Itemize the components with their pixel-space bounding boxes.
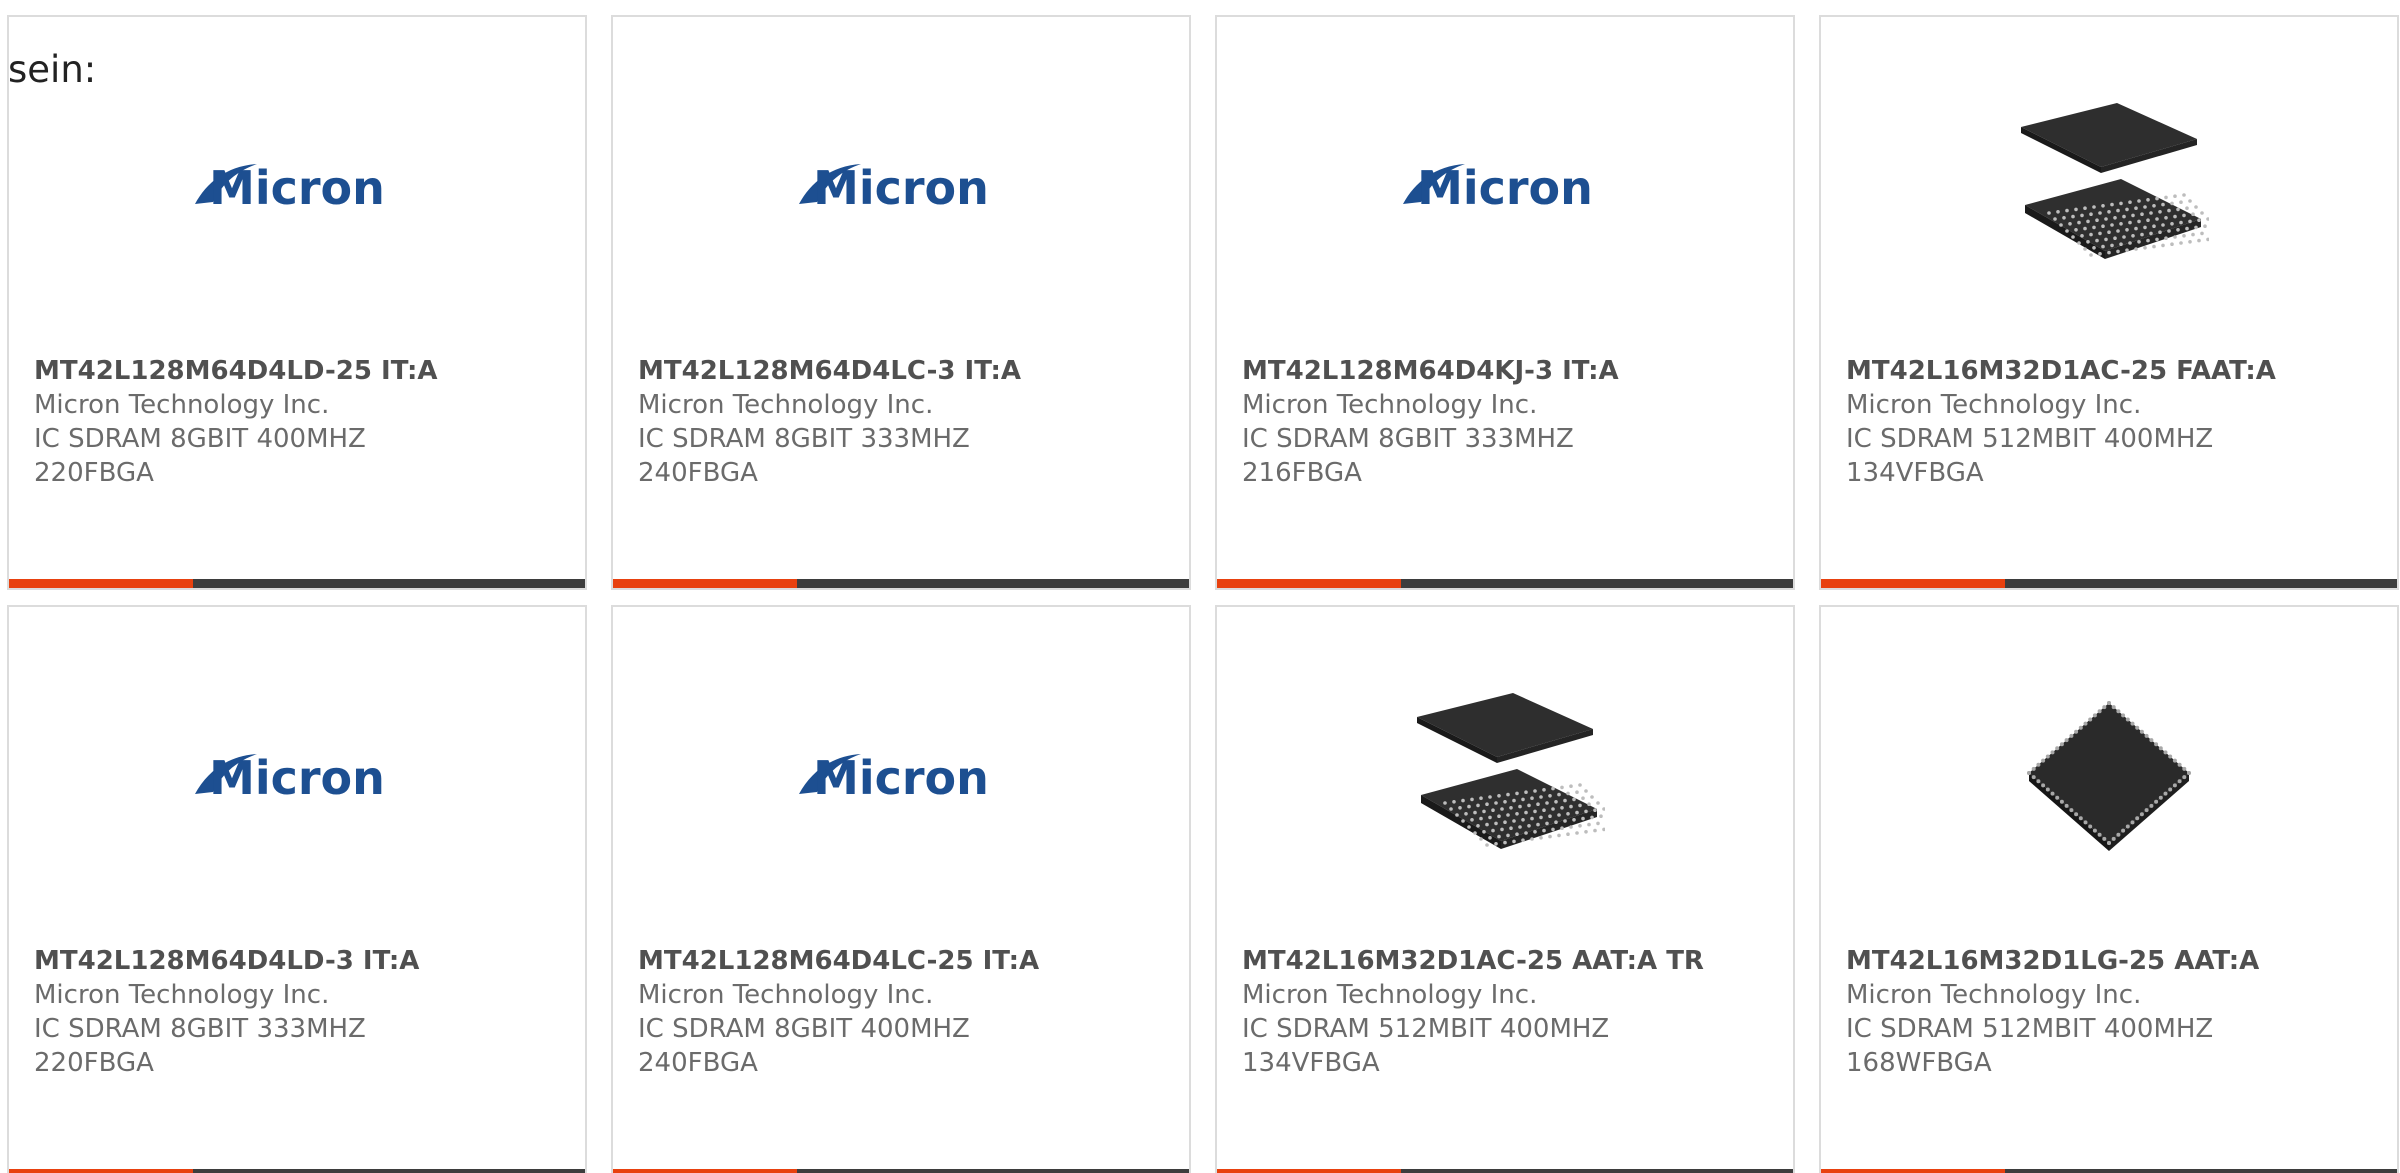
manufacturer-name: Micron Technology Inc. <box>1242 390 1538 420</box>
manufacturer-name: Micron Technology Inc. <box>638 390 934 420</box>
manufacturer-name: Micron Technology Inc. <box>1846 390 2142 420</box>
product-info: MT42L128M64D4LC-3 IT:A Micron Technology … <box>638 354 1173 490</box>
card-accent-fill <box>9 579 194 588</box>
product-card[interactable]: Micron MT42L128M64D4LD-3 IT:A Micron Techn… <box>7 605 587 1173</box>
product-image[interactable]: Micron <box>9 77 585 297</box>
micron-logo-icon: Micron <box>799 161 989 215</box>
product-card[interactable]: MT42L16M32D1AC-25 AAT:A TR Micron Technol… <box>1215 605 1795 1173</box>
product-description: IC SDRAM 8GBIT 333MHZ <box>638 424 970 454</box>
micron-logo-icon: Micron <box>195 751 385 805</box>
part-number-link[interactable]: MT42L16M32D1LG-25 AAT:A <box>1846 944 2381 978</box>
package-type: 168WFBGA <box>1846 1048 1992 1078</box>
product-grid: Micron MT42L128M64D4LD-25 IT:A Micron Tech… <box>7 15 2399 1173</box>
product-description: IC SDRAM 8GBIT 333MHZ <box>34 1014 366 1044</box>
product-image[interactable]: Micron <box>1217 77 1793 297</box>
card-accent-bar <box>613 579 1189 588</box>
package-type: 216FBGA <box>1242 458 1362 488</box>
bga-chip-icon <box>2027 701 2191 851</box>
svg-text:Micron: Micron <box>209 161 385 215</box>
product-description: IC SDRAM 8GBIT 400MHZ <box>34 424 366 454</box>
manufacturer-name: Micron Technology Inc. <box>34 390 330 420</box>
part-number-link[interactable]: MT42L128M64D4LD-25 IT:A <box>34 354 569 388</box>
card-accent-fill <box>613 579 798 588</box>
part-number-link[interactable]: MT42L16M32D1AC-25 FAAT:A <box>1846 354 2381 388</box>
manufacturer-name: Micron Technology Inc. <box>34 980 330 1010</box>
svg-text:Micron: Micron <box>209 751 385 805</box>
product-listing-page: sein: Micron MT42L128M64D4LD-25 IT:A Micro… <box>0 0 2400 1173</box>
product-card[interactable]: Micron MT42L128M64D4LD-25 IT:A Micron Tech… <box>7 15 587 590</box>
micron-logo-icon: Micron <box>195 161 385 215</box>
card-accent-fill <box>613 1169 798 1173</box>
product-card[interactable]: Micron MT42L128M64D4LC-3 IT:A Micron Techn… <box>611 15 1191 590</box>
svg-text:Micron: Micron <box>813 751 989 805</box>
bga-chip-pair-icon <box>1417 693 1605 849</box>
package-type: 134VFBGA <box>1846 458 1984 488</box>
product-description: IC SDRAM 512MBIT 400MHZ <box>1242 1014 1610 1044</box>
product-description: IC SDRAM 512MBIT 400MHZ <box>1846 424 2214 454</box>
card-accent-bar <box>1217 1169 1793 1173</box>
manufacturer-name: Micron Technology Inc. <box>1846 980 2142 1010</box>
bga-chip-pair-icon <box>2021 103 2209 259</box>
card-accent-fill <box>1821 1169 2006 1173</box>
card-accent-bar <box>1217 579 1793 588</box>
product-image[interactable] <box>1217 667 1793 887</box>
micron-logo-icon: Micron <box>799 751 989 805</box>
product-image[interactable]: Micron <box>9 667 585 887</box>
package-type: 220FBGA <box>34 1048 154 1078</box>
product-info: MT42L16M32D1AC-25 FAAT:A Micron Technolog… <box>1846 354 2381 490</box>
package-type: 220FBGA <box>34 458 154 488</box>
product-info: MT42L128M64D4LD-25 IT:A Micron Technology… <box>34 354 569 490</box>
product-card[interactable]: Micron MT42L128M64D4LC-25 IT:A Micron Tech… <box>611 605 1191 1173</box>
svg-text:Micron: Micron <box>1417 161 1593 215</box>
card-accent-bar <box>1821 1169 2397 1173</box>
card-accent-fill <box>1821 579 2006 588</box>
product-description: IC SDRAM 8GBIT 333MHZ <box>1242 424 1574 454</box>
card-accent-bar <box>613 1169 1189 1173</box>
micron-logo-icon: Micron <box>1403 161 1593 215</box>
product-info: MT42L128M64D4LC-25 IT:A Micron Technology… <box>638 944 1173 1080</box>
card-accent-bar <box>9 579 585 588</box>
product-info: MT42L128M64D4KJ-3 IT:A Micron Technology … <box>1242 354 1777 490</box>
package-type: 134VFBGA <box>1242 1048 1380 1078</box>
part-number-link[interactable]: MT42L128M64D4KJ-3 IT:A <box>1242 354 1777 388</box>
product-info: MT42L16M32D1AC-25 AAT:A TR Micron Technol… <box>1242 944 1777 1080</box>
product-card[interactable]: MT42L16M32D1AC-25 FAAT:A Micron Technolog… <box>1819 15 2399 590</box>
manufacturer-name: Micron Technology Inc. <box>638 980 934 1010</box>
part-number-link[interactable]: MT42L16M32D1AC-25 AAT:A TR <box>1242 944 1777 978</box>
part-number-link[interactable]: MT42L128M64D4LC-25 IT:A <box>638 944 1173 978</box>
package-type: 240FBGA <box>638 458 758 488</box>
product-description: IC SDRAM 8GBIT 400MHZ <box>638 1014 970 1044</box>
package-type: 240FBGA <box>638 1048 758 1078</box>
card-accent-fill <box>9 1169 194 1173</box>
manufacturer-name: Micron Technology Inc. <box>1242 980 1538 1010</box>
product-image[interactable] <box>1821 77 2397 297</box>
card-accent-fill <box>1217 1169 1402 1173</box>
product-card[interactable]: MT42L16M32D1LG-25 AAT:A Micron Technology… <box>1819 605 2399 1173</box>
part-number-link[interactable]: MT42L128M64D4LC-3 IT:A <box>638 354 1173 388</box>
part-number-link[interactable]: MT42L128M64D4LD-3 IT:A <box>34 944 569 978</box>
partial-heading-text: sein: <box>8 48 97 91</box>
product-image[interactable] <box>1821 667 2397 887</box>
product-info: MT42L128M64D4LD-3 IT:A Micron Technology … <box>34 944 569 1080</box>
product-image[interactable]: Micron <box>613 667 1189 887</box>
card-accent-fill <box>1217 579 1402 588</box>
product-info: MT42L16M32D1LG-25 AAT:A Micron Technology… <box>1846 944 2381 1080</box>
card-accent-bar <box>1821 579 2397 588</box>
product-image[interactable]: Micron <box>613 77 1189 297</box>
card-accent-bar <box>9 1169 585 1173</box>
svg-text:Micron: Micron <box>813 161 989 215</box>
product-card[interactable]: Micron MT42L128M64D4KJ-3 IT:A Micron Techn… <box>1215 15 1795 590</box>
product-description: IC SDRAM 512MBIT 400MHZ <box>1846 1014 2214 1044</box>
